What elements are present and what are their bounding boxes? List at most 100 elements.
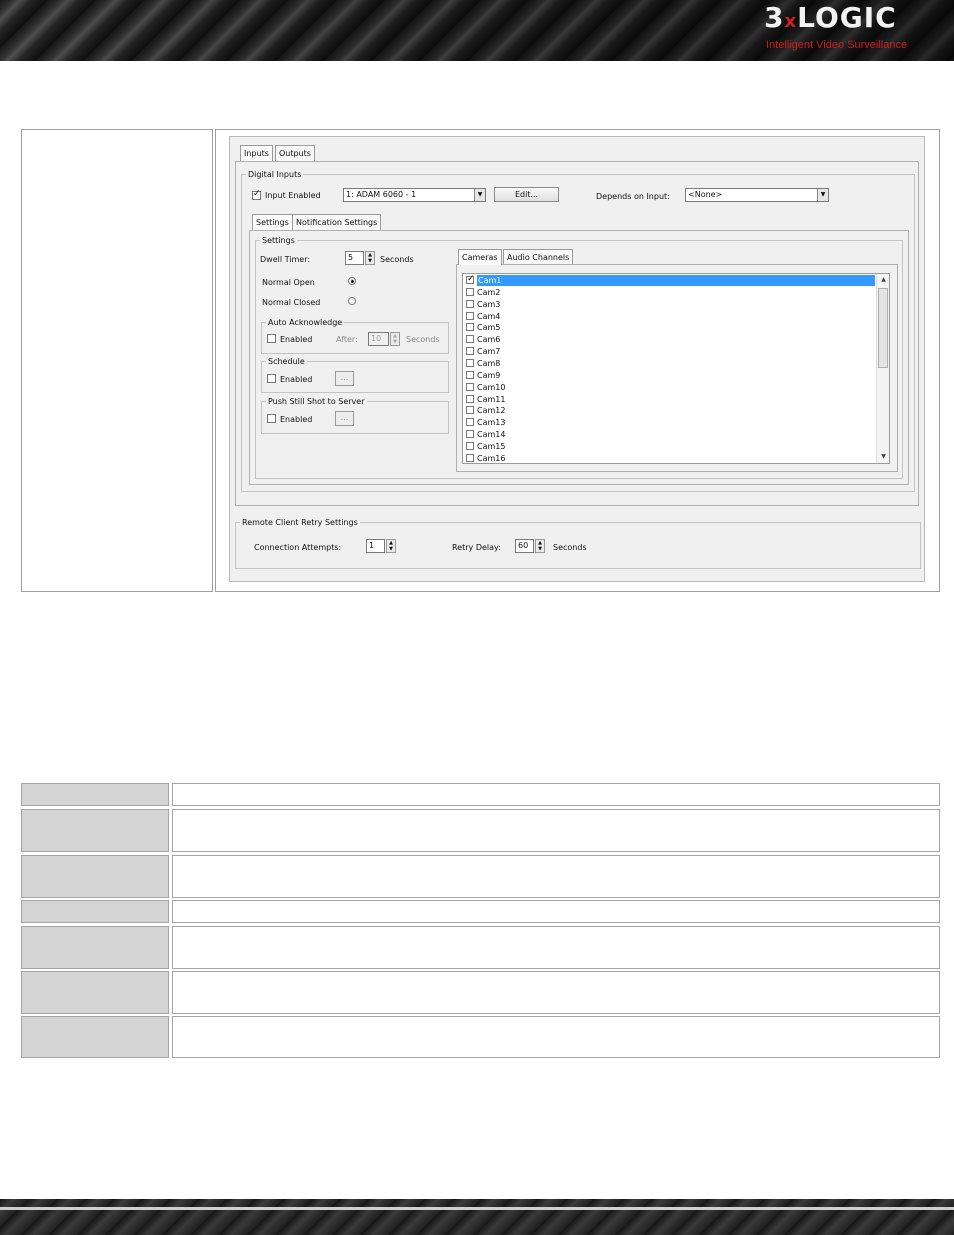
tab-cameras[interactable]: Cameras	[458, 249, 502, 265]
camera-checkbox[interactable]	[466, 358, 474, 367]
input-device-select[interactable]: 1: ADAM 6060 - 1 ▼	[343, 188, 486, 202]
camera-list-item[interactable]: Cam2	[463, 287, 877, 299]
retry-delay-input[interactable]: 60	[515, 539, 534, 553]
field-table-label-cell	[21, 783, 169, 806]
tab-outputs[interactable]: Outputs	[275, 145, 315, 161]
auto-acknowledge-after-input[interactable]: 10	[368, 332, 389, 346]
camera-checkbox[interactable]	[466, 441, 474, 450]
retry-delay-unit: Seconds	[553, 543, 587, 552]
auto-acknowledge-enabled-checkbox[interactable]	[267, 334, 276, 343]
input-enabled-label: Input Enabled	[265, 191, 321, 200]
field-table-value-cell	[172, 809, 940, 852]
camera-list-item[interactable]: Cam13	[463, 417, 877, 429]
camera-name: Cam9	[477, 370, 501, 380]
field-table-value-cell	[172, 926, 940, 969]
push-still-shot-browse-button[interactable]: ...	[335, 411, 354, 426]
dwell-timer-spinner[interactable]: ▲ ▼	[365, 251, 375, 265]
schedule-browse-button[interactable]: ...	[335, 371, 354, 386]
logo-text-x: x	[784, 11, 798, 32]
camera-name: Cam14	[477, 430, 506, 440]
chevron-down-icon: ▼	[474, 189, 485, 201]
schedule-enabled-label: Enabled	[280, 375, 313, 384]
camera-list-item[interactable]: Cam7	[463, 346, 877, 358]
dwell-timer-input[interactable]: 5	[345, 251, 364, 265]
settings-group-title: Settings	[260, 235, 297, 246]
auto-acknowledge-after-spinner[interactable]: ▲ ▼	[390, 332, 400, 346]
field-table-value-cell	[172, 783, 940, 806]
field-table-label-cell	[21, 809, 169, 852]
camera-list-item[interactable]: Cam6	[463, 334, 877, 346]
camera-checkbox[interactable]	[466, 299, 474, 308]
tab-audio-channels[interactable]: Audio Channels	[503, 249, 574, 265]
camera-checklist[interactable]: Cam1Cam2 Cam3 Cam4 Cam5 Cam6 Cam7Cam8 Cam9 Cam1…	[462, 273, 890, 464]
depends-on-input-label: Depends on Input:	[596, 192, 670, 201]
input-enabled-checkbox[interactable]	[252, 189, 261, 200]
camera-name: Cam2	[477, 287, 501, 297]
camera-list-item[interactable]: Cam3	[463, 299, 877, 311]
camera-checkbox[interactable]	[466, 311, 474, 320]
normal-open-radio[interactable]	[348, 277, 356, 285]
push-still-shot-title: Push Still Shot to Server	[266, 396, 367, 407]
scrollbar-thumb[interactable]	[878, 288, 888, 368]
field-table-label-cell	[21, 971, 169, 1014]
normal-closed-radio[interactable]	[348, 297, 356, 305]
screenshot-table-left-cell	[21, 129, 213, 592]
camera-list-item[interactable]: Cam5	[463, 322, 877, 334]
input-device-value: 1: ADAM 6060 - 1	[346, 190, 417, 199]
push-still-shot-enabled-label: Enabled	[280, 415, 313, 424]
scroll-down-icon[interactable]: ▼	[877, 451, 890, 463]
camera-list-item[interactable]: Cam8	[463, 358, 877, 370]
field-table-value-cell	[172, 1016, 940, 1058]
camera-list-item[interactable]: Cam15	[463, 441, 877, 453]
camera-checkbox[interactable]	[466, 453, 474, 462]
connection-attempts-spinner[interactable]: ▲ ▼	[386, 539, 396, 553]
field-table-label-cell	[21, 900, 169, 923]
camera-name: Cam8	[477, 358, 501, 368]
camera-checkbox[interactable]	[466, 418, 474, 427]
camera-checkbox[interactable]	[466, 382, 474, 391]
camera-name: Cam7	[477, 347, 501, 357]
camera-list-item[interactable]: Cam9	[463, 370, 877, 382]
camera-checkbox[interactable]	[466, 323, 474, 332]
field-table-value-cell	[172, 900, 940, 923]
camera-name: Cam11	[477, 394, 506, 404]
camera-list-item[interactable]: Cam10	[463, 382, 877, 394]
camera-name: Cam10	[477, 382, 506, 392]
camera-list-item[interactable]: Cam14	[463, 429, 877, 441]
camera-list-item[interactable]: Cam12	[463, 405, 877, 417]
camera-checkbox[interactable]	[466, 287, 474, 296]
schedule-enabled-checkbox[interactable]	[267, 374, 276, 383]
scroll-up-icon[interactable]: ▲	[877, 274, 890, 286]
schedule-title: Schedule	[266, 356, 307, 367]
logo-text-3: 3	[764, 1, 785, 34]
camera-list-item[interactable]: Cam11	[463, 394, 877, 406]
field-table-value-cell	[172, 971, 940, 1014]
connection-attempts-label: Connection Attempts:	[254, 543, 342, 552]
camera-list-item[interactable]: Cam16	[463, 453, 877, 465]
camera-name: Cam3	[477, 299, 501, 309]
camera-list-scrollbar[interactable]: ▲ ▼	[876, 274, 889, 463]
logo-text-logic: LOGIC	[797, 1, 897, 34]
camera-list-item[interactable]: Cam4	[463, 311, 877, 323]
tab-notification-settings[interactable]: Notification Settings	[292, 214, 382, 230]
camera-checkbox[interactable]	[466, 430, 474, 439]
camera-checkbox[interactable]	[466, 370, 474, 379]
camera-list-item[interactable]: Cam1	[463, 274, 877, 287]
retry-delay-spinner[interactable]: ▲ ▼	[535, 539, 545, 553]
camera-checkbox[interactable]	[466, 335, 474, 344]
camera-checkbox[interactable]	[466, 406, 474, 415]
camera-name: Cam13	[477, 418, 506, 428]
push-still-shot-enabled-checkbox[interactable]	[267, 414, 276, 423]
chevron-down-icon: ▼	[817, 189, 828, 201]
camera-checkbox[interactable]	[466, 274, 475, 285]
connection-attempts-input[interactable]: 1	[366, 539, 385, 553]
depends-on-input-select[interactable]: <None> ▼	[685, 188, 829, 202]
auto-acknowledge-title: Auto Acknowledge	[266, 317, 345, 328]
tab-settings[interactable]: Settings	[252, 214, 293, 230]
logo-tagline: Intelligent Video Surveillance	[766, 39, 908, 51]
camera-checkbox[interactable]	[466, 394, 474, 403]
edit-button[interactable]: Edit...	[494, 187, 559, 202]
tab-inputs[interactable]: Inputs	[240, 145, 273, 161]
camera-checkbox[interactable]	[466, 347, 474, 356]
camera-name: Cam16	[477, 453, 506, 463]
